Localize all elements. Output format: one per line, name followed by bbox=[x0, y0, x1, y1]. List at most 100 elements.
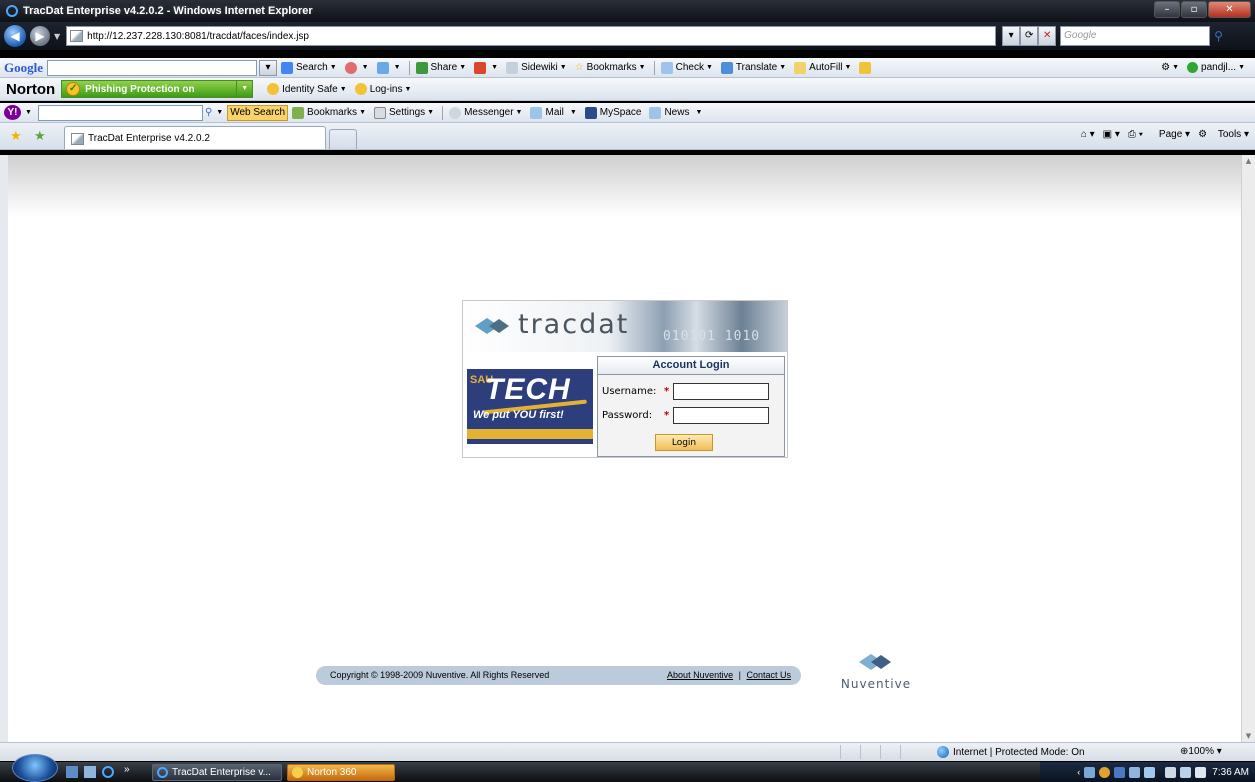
tray-monitor-icon[interactable] bbox=[1144, 766, 1156, 778]
username-row: Username: * bbox=[602, 383, 770, 400]
bookmarks-button[interactable]: ☆ Bookmarks ▼ bbox=[575, 62, 646, 73]
toolbar-separator bbox=[408, 60, 410, 75]
yahoo-logo: Y! bbox=[4, 105, 21, 120]
tracdat-logo-icon bbox=[475, 318, 509, 334]
search-icon[interactable]: ⚲ bbox=[1214, 29, 1223, 43]
translate-button[interactable]: Translate ▼ bbox=[720, 61, 786, 74]
search-input[interactable]: Google bbox=[1060, 26, 1211, 46]
tray-norton-icon[interactable] bbox=[1099, 766, 1111, 778]
nuventive-logo-text: Nuventive bbox=[840, 677, 912, 691]
refresh-button[interactable]: ⟳ bbox=[1020, 26, 1039, 46]
messenger-button[interactable]: Messenger ▼ bbox=[449, 106, 522, 119]
google-popup-button[interactable]: ▼ bbox=[344, 61, 369, 74]
stop-button[interactable]: ✕ bbox=[1038, 26, 1057, 46]
system-tray: ‹ 7:36 AM bbox=[1040, 762, 1255, 782]
scroll-up-icon[interactable]: ▲ bbox=[1242, 155, 1255, 167]
ie-icon bbox=[157, 767, 168, 778]
identity-safe-button[interactable]: Identity Safe ▼ bbox=[267, 83, 347, 95]
sidewiki-button[interactable]: Sidewiki ▼ bbox=[506, 61, 567, 74]
password-field[interactable] bbox=[673, 407, 770, 424]
page-header-gradient bbox=[8, 155, 1241, 217]
google-account-button[interactable]: pandjl... ▼ bbox=[1187, 62, 1245, 73]
address-dropdown-button[interactable]: ▾ bbox=[1002, 26, 1021, 46]
password-row: Password: * bbox=[602, 407, 770, 424]
scroll-down-icon[interactable]: ▼ bbox=[1242, 730, 1255, 742]
home-button[interactable]: ⌂ ▾ bbox=[1081, 129, 1095, 140]
zoom-control[interactable]: ⊕100% ▾ bbox=[1180, 746, 1222, 757]
yahoo-search-input[interactable] bbox=[37, 104, 203, 121]
forward-button[interactable]: ▶ bbox=[30, 26, 50, 46]
username-field[interactable] bbox=[673, 383, 770, 400]
logo-gold-bar bbox=[467, 429, 593, 439]
google-plus-button[interactable]: ▼ bbox=[376, 61, 401, 74]
yahoo-bookmarks-button[interactable]: Bookmarks ▼ bbox=[292, 106, 366, 119]
pencil-icon[interactable] bbox=[859, 61, 872, 74]
address-input[interactable]: http://12.237.228.130:8081/tracdat/faces… bbox=[66, 26, 997, 46]
ie-quicklaunch-icon[interactable] bbox=[102, 766, 114, 778]
spellcheck-button[interactable]: Check ▼ bbox=[660, 61, 713, 74]
blogger-button[interactable]: ▼ bbox=[474, 61, 498, 74]
tray-expand-icon[interactable]: ‹ bbox=[1077, 767, 1080, 777]
tray-phone-icon[interactable] bbox=[1165, 766, 1177, 778]
taskbar-norton-button[interactable]: Norton 360 bbox=[287, 764, 395, 781]
print-button[interactable]: ⎙ ▾ bbox=[1128, 129, 1143, 140]
spellcheck-icon bbox=[660, 61, 673, 74]
switch-windows-icon[interactable] bbox=[84, 766, 96, 778]
taskbar-ie-button[interactable]: TracDat Enterprise v... bbox=[152, 764, 282, 781]
tab-bar: ★ ★ TracDat Enterprise v4.2.0.2 ⌂ ▾ ▣ ▾ … bbox=[0, 123, 1255, 150]
tray-network2-icon[interactable] bbox=[1180, 766, 1192, 778]
messenger-icon bbox=[449, 106, 462, 119]
norton-toolbar: Norton ✓ Phishing Protection on ▼ Identit… bbox=[0, 78, 1255, 101]
autofill-button[interactable]: AutoFill ▼ bbox=[794, 61, 851, 74]
myspace-button[interactable]: MySpace bbox=[584, 106, 641, 119]
yahoo-menu-dropdown-icon[interactable]: ▼ bbox=[25, 109, 32, 116]
google-dropdown-button[interactable]: ▾ bbox=[259, 59, 277, 76]
clock[interactable]: 7:36 AM bbox=[1212, 767, 1249, 778]
window-title: TracDat Enterprise v4.2.0.2 - Windows In… bbox=[23, 5, 313, 17]
tracdat-brand: tracdat bbox=[518, 309, 630, 340]
page-menu-button[interactable]: Page ▾ bbox=[1151, 129, 1190, 140]
login-button[interactable]: Login bbox=[655, 434, 713, 451]
vertical-scrollbar[interactable]: ▲ ▼ bbox=[1241, 155, 1255, 742]
tools-menu-button[interactable]: ⚙ Tools ▾ bbox=[1198, 129, 1249, 140]
favorites-star-icon[interactable]: ★ bbox=[10, 128, 22, 144]
tray-network-icon[interactable] bbox=[1084, 766, 1096, 778]
back-button[interactable]: ◀ bbox=[4, 25, 26, 47]
volume-icon[interactable] bbox=[1195, 766, 1207, 778]
new-tab-button[interactable] bbox=[329, 129, 357, 149]
account-login-title: Account Login bbox=[598, 357, 784, 375]
mail-button[interactable]: Mail ▼ bbox=[530, 106, 577, 119]
google-logo: Google bbox=[4, 59, 43, 75]
google-search-input[interactable] bbox=[47, 59, 257, 76]
phishing-protection-status[interactable]: ✓ Phishing Protection on bbox=[61, 80, 238, 98]
history-dropdown-icon[interactable]: ▼ bbox=[54, 32, 60, 41]
tracdat-banner: tracdat 010101 1010 bbox=[463, 301, 787, 352]
minimize-button[interactable]: – bbox=[1154, 1, 1180, 18]
tab-tracdat[interactable]: TracDat Enterprise v4.2.0.2 bbox=[64, 126, 326, 149]
contact-us-link[interactable]: Contact Us bbox=[746, 670, 791, 680]
close-button[interactable]: ✕ bbox=[1208, 1, 1251, 18]
logins-button[interactable]: Log-ins ▼ bbox=[354, 83, 411, 95]
window-title-bar[interactable]: TracDat Enterprise v4.2.0.2 - Windows In… bbox=[0, 0, 1255, 22]
plus-icon bbox=[376, 61, 389, 74]
share-button[interactable]: Share ▼ bbox=[415, 61, 466, 74]
wrench-button[interactable]: ⚙ ▼ bbox=[1161, 62, 1179, 73]
tray-display-icon[interactable] bbox=[1129, 766, 1141, 778]
news-button[interactable]: News ▼ bbox=[649, 106, 702, 119]
about-nuventive-link[interactable]: About Nuventive bbox=[667, 670, 733, 680]
search-icon[interactable]: ⚲ bbox=[205, 107, 212, 118]
start-button[interactable] bbox=[12, 754, 58, 782]
feeds-button[interactable]: ▣ ▾ bbox=[1103, 129, 1120, 140]
google-search-button[interactable]: Search ▼ bbox=[281, 61, 337, 74]
mail-icon bbox=[530, 106, 543, 119]
security-zone[interactable]: Internet | Protected Mode: On bbox=[937, 746, 1085, 758]
maximize-button[interactable]: ▫ bbox=[1181, 1, 1207, 18]
phishing-dropdown-button[interactable]: ▼ bbox=[237, 80, 254, 98]
web-search-button[interactable]: Web Search bbox=[227, 104, 289, 121]
show-desktop-icon[interactable] bbox=[66, 766, 78, 778]
yahoo-settings-button[interactable]: Settings ▼ bbox=[374, 106, 434, 119]
add-favorites-icon[interactable]: ★ bbox=[34, 128, 46, 144]
tray-app-icon[interactable] bbox=[1114, 766, 1126, 778]
translate-icon bbox=[720, 61, 733, 74]
quicklaunch-more-icon[interactable]: » bbox=[124, 764, 130, 775]
